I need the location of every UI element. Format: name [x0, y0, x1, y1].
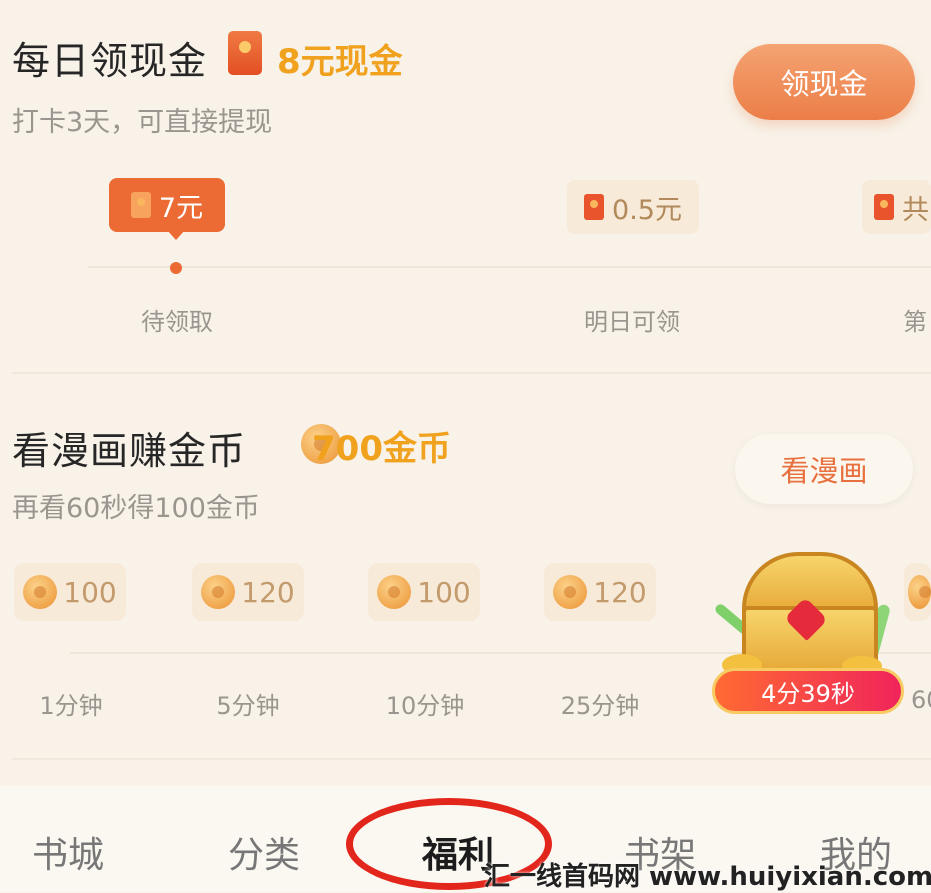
coin-step-2-tag: 120 — [192, 563, 304, 621]
treasure-chest[interactable]: 4分39秒 — [712, 544, 908, 719]
coin-step-4-value: 120 — [593, 575, 647, 609]
cash-step-2-tag: 0.5元 — [567, 180, 699, 234]
coin-step-1-tag: 100 — [14, 563, 126, 621]
gold-coin-icon — [201, 575, 236, 609]
coin-step-3-label: 10分钟 — [385, 692, 465, 720]
cash-section-title: 每日领现金 — [12, 39, 208, 83]
gold-coin-icon — [553, 575, 588, 609]
coin-step-4-label: 25分钟 — [560, 692, 640, 720]
cash-timeline-dot — [170, 262, 182, 274]
section-divider — [12, 372, 931, 374]
cash-reward-amount: 8元现金 — [277, 42, 403, 82]
red-envelope-icon — [228, 31, 262, 75]
coin-step-6-label: 60 — [911, 686, 931, 714]
tab-bookstore[interactable]: 书城 — [8, 826, 128, 878]
coin-step-3-value: 100 — [417, 575, 471, 609]
coin-step-1-label: 1分钟 — [39, 692, 103, 720]
tab-category[interactable]: 分类 — [204, 826, 324, 878]
coin-step-2-label: 5分钟 — [216, 692, 280, 720]
comic-section-title: 看漫画赚金币 — [12, 429, 247, 473]
cash-step-3-tag: 共 — [862, 180, 931, 234]
coin-step-1-value: 100 — [63, 575, 117, 609]
red-envelope-icon — [874, 194, 894, 220]
coin-step-2-value: 120 — [241, 575, 295, 609]
cash-step-3-label: 第 — [903, 308, 927, 336]
red-envelope-icon — [130, 192, 151, 218]
claim-cash-button[interactable]: 领现金 — [733, 44, 915, 120]
gold-coin-icon — [377, 575, 412, 609]
tag-pointer — [167, 230, 185, 240]
cash-step-1-label: 待领取 — [141, 308, 213, 336]
cash-step-2-amount: 0.5元 — [612, 194, 682, 226]
section-divider — [12, 758, 931, 760]
coin-step-6-tag — [904, 563, 931, 621]
watermark-text: 汇一线首码网 www.huiyixian.com — [484, 862, 931, 892]
gold-coin-icon — [23, 575, 58, 609]
cash-step-1-tag[interactable]: 7元 — [109, 178, 225, 232]
read-comic-button[interactable]: 看漫画 — [735, 434, 913, 504]
comic-reward-amount: 700金币 — [312, 429, 451, 469]
cash-section-subtitle: 打卡3天，可直接提现 — [12, 107, 273, 138]
cash-step-3-amount: 共 — [902, 194, 929, 226]
red-envelope-icon — [584, 194, 605, 220]
chest-countdown: 4分39秒 — [712, 668, 904, 714]
coin-step-4-tag: 120 — [544, 563, 656, 621]
cash-timeline — [88, 266, 931, 268]
comic-section-subtitle: 再看60秒得100金币 — [12, 493, 260, 524]
gold-coin-icon — [908, 575, 931, 609]
cash-step-1-amount: 7元 — [158, 192, 204, 224]
cash-step-2-label: 明日可领 — [584, 308, 680, 336]
coin-step-3-tag: 100 — [368, 563, 480, 621]
